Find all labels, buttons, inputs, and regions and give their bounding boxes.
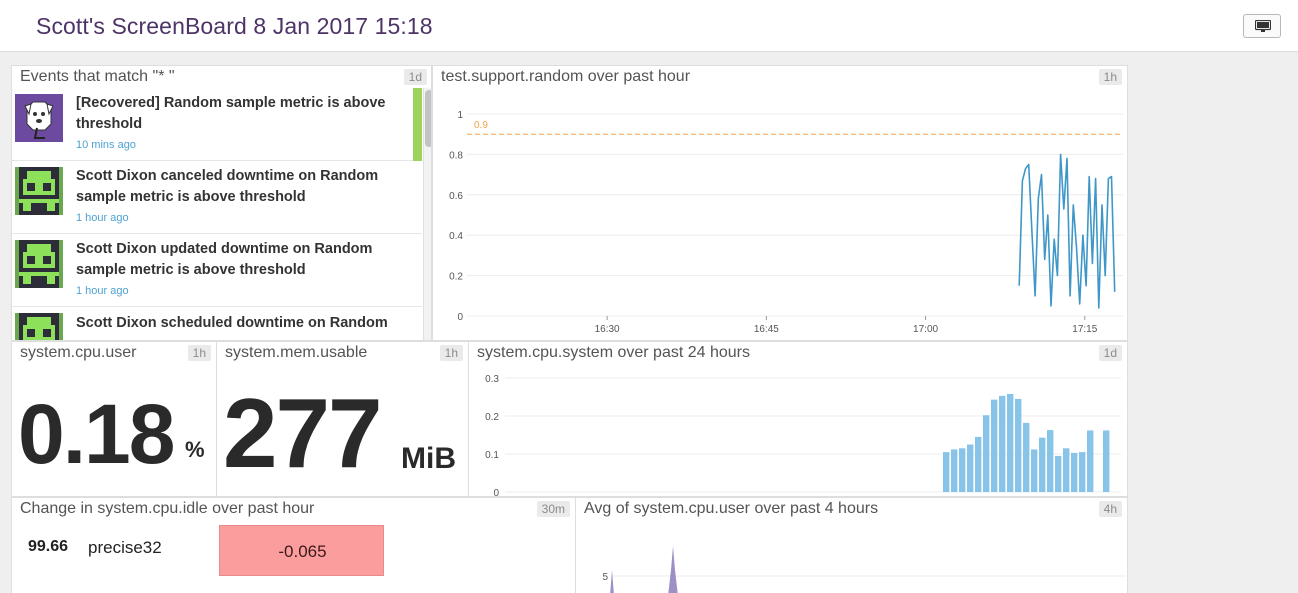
change-delta-value: -0.065 — [278, 542, 327, 561]
bar — [999, 395, 1006, 492]
y-tick-label: 0.2 — [485, 412, 499, 423]
y-tick-label: 0 — [493, 488, 499, 496]
x-tick-label: 16:30 — [595, 324, 620, 335]
event-list: [Recovered] Random sample metric is abov… — [12, 88, 422, 340]
pixel-invader-icon — [15, 313, 63, 340]
tv-mode-button[interactable] — [1243, 14, 1281, 38]
timeframe-badge: 4h — [1098, 501, 1122, 517]
event-time: 1 hour ago — [76, 285, 129, 297]
y-tick-label: 0.2 — [449, 272, 463, 283]
bar — [1039, 437, 1046, 492]
threshold-label: 0.9 — [474, 120, 488, 131]
widget-title: system.cpu.user — [20, 344, 137, 361]
bar — [967, 444, 974, 492]
events-widget[interactable]: Events that match "* " 1d [Recovered] Ra… — [11, 65, 432, 341]
cpu-system-timeseries-widget[interactable]: system.cpu.system over past 24 hours 1d … — [468, 341, 1128, 497]
area-spike — [610, 570, 614, 593]
pixel-invader-icon — [15, 240, 63, 288]
bar — [1015, 398, 1022, 492]
cpu-user-query-value-widget[interactable]: system.cpu.user 1h 0.18 % — [11, 341, 217, 497]
bar — [1023, 422, 1030, 492]
bar — [1087, 430, 1094, 492]
bar — [1047, 430, 1054, 492]
bar — [1063, 448, 1070, 492]
timeframe-badge: 30m — [536, 501, 570, 517]
timeframe-badge: 1d — [1098, 345, 1122, 361]
x-tick-label: 17:00 — [913, 324, 938, 335]
bar — [1031, 449, 1038, 492]
widget-title: test.support.random over past hour — [441, 68, 691, 85]
cpu-idle-change-widget[interactable]: Change in system.cpu.idle over past hour… — [11, 497, 576, 593]
timeframe-badge: 1h — [439, 345, 463, 361]
event-title[interactable]: [Recovered] Random sample metric is abov… — [76, 93, 406, 135]
event-item[interactable]: [Recovered] Random sample metric is abov… — [12, 88, 422, 161]
bar — [1055, 455, 1062, 492]
pixel-invader-icon — [15, 167, 63, 215]
y-tick-label: 0.3 — [485, 374, 499, 385]
event-title[interactable]: Scott Dixon scheduled downtime on Random — [76, 313, 406, 334]
query-value-unit: % — [185, 437, 205, 462]
cpu-user-avg-timeseries-widget[interactable]: Avg of system.cpu.user over past 4 hours… — [575, 497, 1128, 593]
query-value: 277 — [223, 378, 383, 488]
bar — [991, 399, 998, 492]
event-title[interactable]: Scott Dixon canceled downtime on Random … — [76, 166, 406, 208]
y-tick-label: 5 — [602, 572, 608, 583]
widget-title: system.mem.usable — [225, 344, 368, 361]
series-line — [1018, 153, 1116, 309]
support-random-timeseries-widget[interactable]: test.support.random over past hour 1h 00… — [432, 65, 1128, 341]
line-chart: 0 0.2 0.4 0.6 0.8 1 16:30 16:45 17:00 17:15 0.9 — [449, 110, 1123, 335]
top-bar: Scott's ScreenBoard 8 Jan 2017 15:18 — [0, 0, 1298, 52]
change-host-name: precise32 — [88, 538, 162, 557]
mem-usable-query-value-widget[interactable]: system.mem.usable 1h 277 MiB — [216, 341, 469, 497]
y-tick-label: 0.6 — [449, 191, 463, 202]
timeframe-badge: 1h — [187, 345, 211, 361]
widget-title: system.cpu.system over past 24 hours — [477, 344, 750, 361]
bar — [1071, 452, 1078, 492]
bar — [975, 436, 982, 492]
timeframe-badge: 1d — [403, 69, 427, 85]
bar — [959, 448, 966, 492]
y-tick-label: 0.4 — [449, 231, 463, 242]
event-item[interactable]: Scott Dixon updated downtime on Random s… — [12, 234, 422, 307]
y-tick-label: 0.1 — [485, 450, 499, 461]
bar — [951, 449, 958, 492]
scrollbar-thumb[interactable] — [425, 90, 431, 147]
bar — [943, 452, 950, 492]
monitor-icon — [1255, 20, 1271, 32]
widget-title: Events that match "* " — [20, 68, 175, 85]
change-delta-box: -0.065 — [219, 525, 384, 576]
datadog-dog-icon — [15, 94, 63, 142]
y-tick-label: 0 — [457, 312, 463, 323]
y-tick-label: 0.8 — [449, 150, 463, 161]
event-time: 10 mins ago — [76, 139, 136, 151]
y-tick-label: 1 — [457, 110, 463, 121]
timeframe-badge: 1h — [1098, 69, 1122, 85]
area-chart: 5 — [602, 546, 1126, 593]
area-spike — [668, 546, 678, 593]
event-title[interactable]: Scott Dixon updated downtime on Random s… — [76, 239, 406, 281]
event-list-scrollbar[interactable] — [423, 88, 431, 340]
query-value-unit: MiB — [401, 442, 456, 475]
change-current-value: 99.66 — [28, 538, 69, 555]
board-title: Scott's ScreenBoard 8 Jan 2017 15:18 — [36, 13, 433, 39]
widget-title: Avg of system.cpu.user over past 4 hours — [584, 500, 879, 517]
bar — [1079, 452, 1086, 492]
bar-chart: 0 0.1 0.2 0.3 — [485, 374, 1121, 496]
event-item[interactable]: Scott Dixon canceled downtime on Random … — [12, 161, 422, 234]
status-bar-success — [413, 88, 422, 161]
bar — [1007, 393, 1014, 492]
x-tick-label: 16:45 — [754, 324, 779, 335]
x-tick-label: 17:15 — [1072, 324, 1097, 335]
event-time: 1 hour ago — [76, 212, 129, 224]
event-item[interactable]: Scott Dixon scheduled downtime on Random — [12, 307, 422, 340]
bar — [1103, 430, 1110, 492]
query-value: 0.18 — [18, 387, 175, 481]
bar — [983, 415, 990, 492]
widget-title: Change in system.cpu.idle over past hour — [20, 500, 315, 517]
